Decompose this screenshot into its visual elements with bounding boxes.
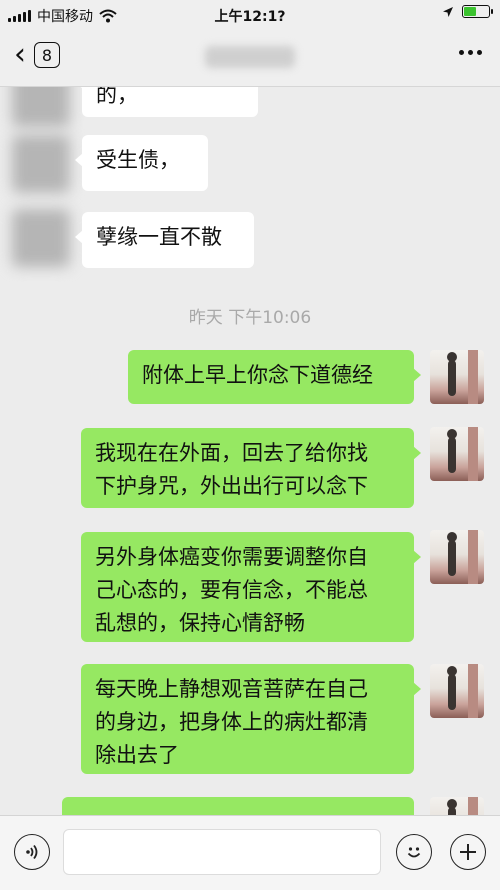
my-avatar[interactable]: [430, 427, 484, 481]
status-time: 上午12:1?: [214, 9, 286, 25]
contact-avatar: [12, 135, 70, 193]
message-text-line: 我现在在外面，回去了给你找: [95, 441, 368, 465]
incoming-message-bubble[interactable]: 孽缘一直不散: [75, 212, 254, 268]
message-text-line: 每天晚上静想观音菩萨在自己: [95, 677, 368, 701]
chat-header: ‹ 8: [0, 30, 500, 87]
outgoing-message-bubble[interactable]: 每天晚上静想观音菩萨在自己 的身边，把身体上的病灶都清 除出去了: [81, 664, 421, 774]
message-text-line: 下护身咒，外出出行可以念下: [95, 474, 368, 498]
message-text: 受生债，: [96, 148, 180, 172]
message-timestamp: 昨天 下午10:06: [188, 308, 312, 328]
message-text-input[interactable]: [63, 829, 381, 875]
unread-count-badge: 8: [34, 42, 60, 68]
message-text-line: 的身边，把身体上的病灶都清: [95, 710, 368, 734]
status-right: [442, 5, 493, 18]
battery-icon: [462, 5, 493, 18]
battery-level-fill: [464, 7, 477, 16]
message-text-line: 己心态的，要有信念，不能总: [95, 578, 368, 602]
incoming-message-bubble[interactable]: 的，: [75, 87, 258, 117]
add-more-icon[interactable]: [450, 834, 486, 870]
outgoing-message-bubble[interactable]: 另外身体癌变你需要调整你自 己心态的，要有信念，不能总 乱想的，保持心情舒畅: [81, 532, 421, 642]
message-text-line: 另外身体癌变你需要调整你自: [95, 545, 368, 569]
contact-avatar: [12, 87, 70, 127]
voice-input-icon[interactable]: [14, 834, 50, 870]
location-arrow-icon: [443, 6, 453, 17]
outgoing-message-bubble[interactable]: 我现在在外面，回去了给你找 下护身咒，外出出行可以念下: [81, 428, 421, 508]
more-options-icon[interactable]: [459, 50, 482, 55]
my-avatar[interactable]: [430, 530, 484, 584]
incoming-message-bubble[interactable]: 受生债，: [75, 135, 208, 191]
back-chevron-icon: ‹: [14, 37, 26, 72]
contact-avatar: [12, 209, 70, 267]
my-avatar[interactable]: [430, 664, 484, 718]
message-text: 孽缘一直不散: [96, 225, 222, 249]
my-avatar[interactable]: [430, 797, 484, 815]
message-text: 附体上早上你念下道德经: [142, 363, 373, 387]
message-text: 的，: [96, 87, 138, 107]
message-text-line: 乱想的，保持心情舒畅: [95, 611, 305, 635]
message-input-bar: [0, 815, 500, 890]
blurred-contact-name: [205, 46, 295, 68]
outgoing-message-bubble[interactable]: 附体上早上你念下道德经: [128, 350, 421, 404]
status-bar: 中国移动 上午12:1?: [0, 0, 500, 30]
message-text-line: 除出去了: [95, 743, 179, 767]
chat-message-list[interactable]: 的， 受生债， 孽缘一直不散 昨天 下午10:06 附体上早上你念下道德经 我现…: [0, 87, 500, 815]
emoji-icon[interactable]: [396, 834, 432, 870]
outgoing-message-bubble[interactable]: [62, 797, 414, 815]
my-avatar[interactable]: [430, 350, 484, 404]
back-button[interactable]: ‹ 8: [14, 40, 60, 70]
